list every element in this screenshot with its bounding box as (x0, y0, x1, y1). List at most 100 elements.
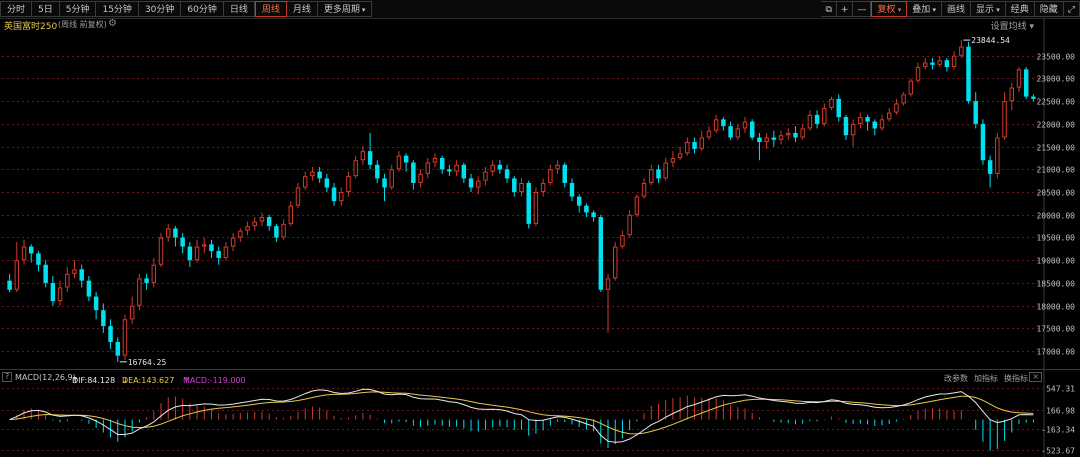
candle-body-down (43, 264, 48, 283)
candle-body-down (317, 171, 322, 179)
candle-body-up (418, 173, 423, 183)
candle-body-up (951, 55, 957, 68)
candle-body-up (850, 123, 856, 136)
switch-indicator-button[interactable]: 换指标 (1004, 373, 1028, 384)
candle-body-up (1016, 69, 1022, 88)
candle-body-up (454, 164, 459, 172)
candle-body-down (576, 196, 582, 206)
candle-body-up (959, 46, 964, 56)
candle-body-up (396, 155, 402, 170)
change-params-button[interactable]: 改参数 (944, 373, 968, 384)
candle-body-down (173, 228, 178, 238)
candle-body-down (79, 269, 84, 281)
candle-body-down (721, 119, 726, 127)
candle-body-down (749, 121, 755, 138)
candle-body-up (901, 94, 906, 104)
candle-body-up (339, 192, 344, 202)
candle-body-up (533, 192, 539, 224)
candle-body-up (663, 162, 668, 179)
candle-body-up (425, 162, 431, 174)
candle-body-up (1002, 101, 1007, 138)
candle-body-up (555, 164, 560, 170)
candle-body-up (699, 137, 704, 149)
candle-body-up (605, 278, 611, 290)
candle-body-down (980, 123, 986, 161)
candle-body-up (490, 164, 495, 172)
y-tick-label: 21500.00 (1036, 144, 1075, 153)
candle-body-down (274, 226, 279, 238)
candle-body-down (28, 246, 34, 254)
candle-body-down (944, 60, 950, 68)
kline-chart[interactable]: 23500.00 23000.00 22500.00 22000.00 21500.00… (0, 0, 1080, 457)
candle-body-up (223, 246, 229, 258)
candle-body-down (266, 217, 272, 227)
candle-body-up (151, 264, 157, 283)
y-tick-label: 20500.00 (1036, 189, 1075, 198)
candle-body-up (281, 223, 286, 238)
candle-body-down (814, 114, 820, 124)
candle-body-down (692, 142, 697, 149)
y-tick-label: 21000.00 (1036, 166, 1075, 175)
candle-body-up (677, 153, 683, 158)
candle-body-down (382, 178, 387, 188)
candle-body-down (461, 164, 467, 179)
candle-body-down (526, 182, 531, 224)
candle-body-down (367, 151, 373, 165)
candle-body-up (57, 287, 63, 302)
candle-body-up (483, 171, 488, 181)
candle-body-up (122, 319, 128, 356)
candle-body-up (259, 217, 265, 222)
candle-body-up (238, 230, 243, 238)
candle-body-down (497, 164, 503, 170)
candle-body-up (612, 246, 618, 279)
candle-body-down (598, 217, 604, 290)
candle-body-up (670, 157, 676, 163)
candle-body-up (937, 60, 942, 65)
y-tick-label: 17500.00 (1036, 325, 1075, 334)
y-tick-label: 23000.00 (1036, 75, 1075, 84)
candle-body-down (1023, 69, 1029, 97)
candle-body-down (843, 117, 849, 136)
candle-body-down (468, 178, 474, 188)
candle-body-up (137, 278, 142, 306)
candle-body-up (353, 160, 358, 177)
add-indicator-button[interactable]: 加指标 (974, 373, 998, 384)
candle-body-down (7, 280, 12, 290)
close-icon[interactable]: × (1029, 372, 1042, 382)
candle-body-down (930, 62, 935, 65)
candle-body-down (93, 296, 99, 311)
candle-body-down (771, 137, 777, 140)
macd-y-tick-label: -523.67 (1041, 447, 1075, 456)
candle-body-down (1031, 96, 1036, 99)
candle-body-up (685, 142, 690, 154)
candle-body-down (656, 169, 661, 179)
help-icon[interactable]: ? (2, 372, 13, 382)
candle-body-up (786, 132, 791, 136)
macd-name: MACD(12,26,9) (15, 373, 76, 382)
candle-body-up (634, 196, 640, 215)
candle-body-up (1009, 87, 1015, 102)
candle-body-down (966, 46, 971, 102)
candle-body-up (915, 67, 921, 81)
candle-body-up (735, 128, 741, 138)
candle-body-up (21, 246, 27, 261)
candle-body-down (86, 280, 92, 297)
candle-body-up (252, 221, 257, 227)
candle-body-up (548, 169, 553, 183)
candle-body-up (389, 169, 394, 188)
y-tick-label: 18000.00 (1036, 303, 1075, 312)
candle-body-up (778, 135, 784, 140)
candle-body-up (310, 171, 315, 177)
candle-body-down (728, 126, 733, 138)
candle-body-up (627, 214, 632, 236)
candle-body-up (432, 157, 438, 163)
y-tick-label: 19500.00 (1036, 234, 1075, 243)
candle-body-down (101, 310, 106, 327)
candle-body-down (216, 251, 221, 258)
candle-body-up (649, 169, 654, 183)
candle-body-up (800, 128, 805, 138)
candle-body-down (836, 98, 841, 118)
candle-body-up (879, 119, 885, 129)
candle-body-up (72, 269, 77, 274)
y-tick-label: 17000.00 (1036, 348, 1075, 357)
